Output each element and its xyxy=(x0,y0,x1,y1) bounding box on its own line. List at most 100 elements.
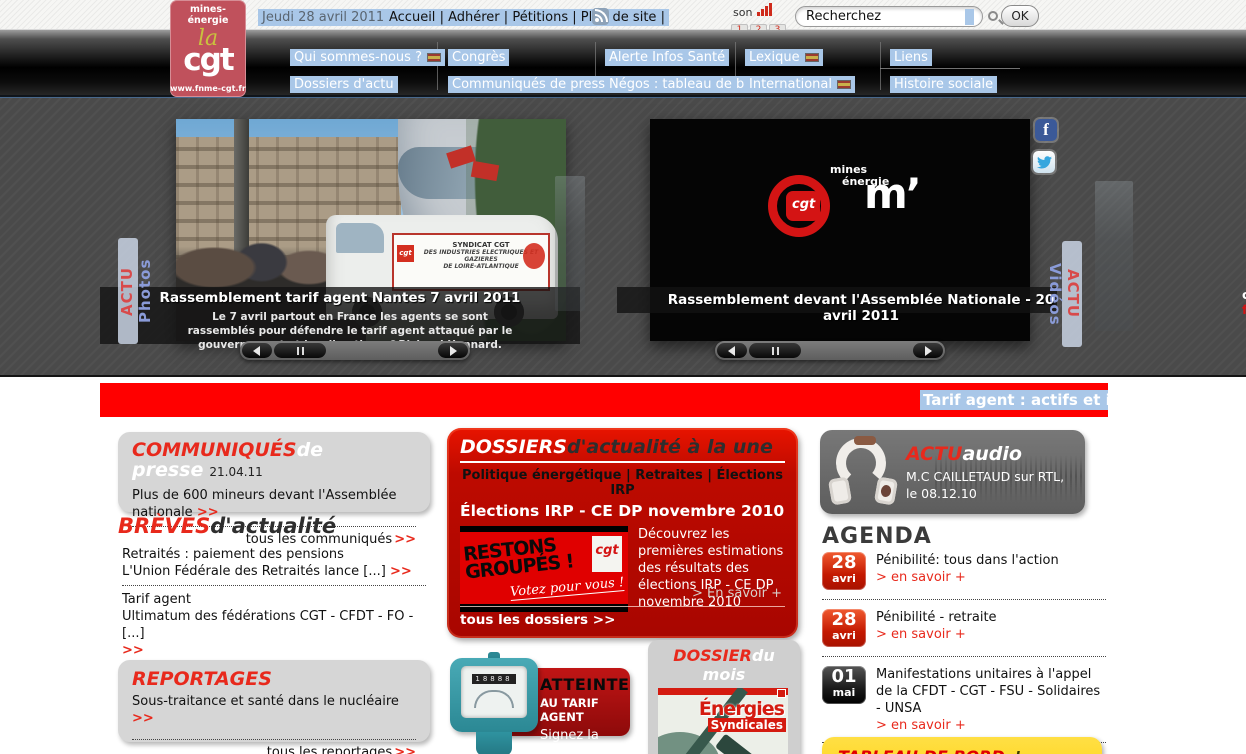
separator: | xyxy=(504,10,508,25)
actu-label: ACTU xyxy=(118,242,136,340)
restons-groupes-image[interactable]: RESTONSGROUPÉS ! Votez pour vous ! cgt xyxy=(460,526,628,612)
agenda-item-text: Pénibilité: tous dans l'action xyxy=(876,552,1059,569)
dossiers-box: DOSSIERSd'actualité à la une Politique é… xyxy=(447,428,798,638)
site-logo[interactable]: mines-énergie la cgt www.fnme-cgt.fr xyxy=(170,0,246,97)
logo-brand-top: mines-énergie xyxy=(170,0,246,26)
carousel-stage: cgt SYNDICAT CGT DES INDUSTRIES ELECTRIQ… xyxy=(0,97,1246,377)
van-banner: cgt SYNDICAT CGT DES INDUSTRIES ELECTRIQ… xyxy=(392,233,550,291)
video-caption-band: Rassemblement devant l'Assemblée Nationa… xyxy=(617,287,1057,313)
nav-dossiers-actu[interactable]: Dossiers d'actu xyxy=(290,76,398,93)
cgt-round-logo xyxy=(523,243,545,269)
accueil-link[interactable]: Accueil xyxy=(389,10,435,25)
votez-script: Votez pour vous ! xyxy=(510,575,625,601)
petitions-link[interactable]: Pétitions xyxy=(512,10,568,25)
headphones-icon xyxy=(828,434,900,510)
pause-button[interactable] xyxy=(274,343,326,358)
petition-sign-link[interactable]: Signez la pétition xyxy=(540,728,624,754)
actu-audio-box[interactable]: ACTUaudio M.C CAILLETAUD sur RTL, le 08.… xyxy=(820,430,1085,514)
twitter-icon[interactable] xyxy=(1033,151,1055,173)
photo-carousel-title: Rassemblement tarif agent Nantes 7 avril… xyxy=(100,290,580,306)
politique-energetique-link[interactable]: Politique énergétique xyxy=(462,468,621,483)
en-savoir-link[interactable]: > en savoir + xyxy=(876,627,997,642)
search-ok-button[interactable]: OK xyxy=(1001,5,1039,27)
calendar-badge: 01mai xyxy=(822,666,866,704)
nav-lexique[interactable]: Lexique xyxy=(745,49,823,66)
en-savoir-plus-link[interactable]: > En savoir + xyxy=(692,586,782,601)
dossier-headline[interactable]: Élections IRP - CE DP novembre 2010 xyxy=(460,502,785,520)
divider xyxy=(132,739,416,740)
photos-label: Photos xyxy=(136,242,154,340)
reportages-box: REPORTAGES Sous-traitance et santé dans … xyxy=(118,660,430,742)
reportage-item[interactable]: Sous-traitance et santé dans le nucléair… xyxy=(132,693,416,727)
tableau-title: TABLEAU DE BORD xyxy=(838,747,1005,754)
calendar-badge: 28avri xyxy=(822,609,866,647)
pause-button[interactable] xyxy=(749,343,801,358)
nav-divider xyxy=(880,42,881,90)
photo-carousel-controls xyxy=(240,341,470,360)
nav-congres[interactable]: Congrès xyxy=(448,49,509,66)
en-savoir-link[interactable]: > en savoir + xyxy=(876,570,1059,585)
energies-syndicales-cover[interactable]: Énergies Syndicales xyxy=(658,688,788,754)
rss-icon[interactable] xyxy=(592,8,609,25)
flag-icon xyxy=(805,53,819,62)
previous-button[interactable] xyxy=(717,343,747,358)
retraites-link[interactable]: Retraites xyxy=(635,468,702,483)
cgt-chip: cgt xyxy=(592,536,622,572)
search-input[interactable] xyxy=(795,6,983,27)
next-slide-preview xyxy=(1095,181,1133,331)
separator: | xyxy=(440,10,444,25)
agenda-item-text: Manifestations unitaires à l'appel de la… xyxy=(876,666,1106,717)
actu-audio-title: ACTUaudio xyxy=(906,443,1022,465)
all-dossiers-link[interactable]: tous les dossiers >> xyxy=(460,612,615,628)
dossier-links: Politique énergétique | Retraites | Élec… xyxy=(460,468,785,498)
en-savoir-link[interactable]: > en savoir + xyxy=(876,718,1106,733)
previous-button[interactable] xyxy=(242,343,272,358)
breves-title: BRÈVESd'actualité xyxy=(118,514,336,538)
dossier-du-mois-box: DOSSIERdu mois Énergies Syndicales xyxy=(648,640,800,754)
dossiers-title: DOSSIERSd'actualité à la une xyxy=(460,437,785,463)
text-cursor xyxy=(965,9,974,25)
next-button[interactable] xyxy=(913,343,943,358)
agenda-item-text: Pénibilité - retraite xyxy=(876,609,997,626)
logo-site-url: www.fnme-cgt.fr xyxy=(170,84,246,93)
fnme-cgt-homepage: Jeudi 28 avril 2011 Accueil | Adhérer | … xyxy=(0,0,1246,754)
restons-text: RESTONSGROUPÉS ! xyxy=(462,534,574,581)
breve-item[interactable]: Tarif agentUltimatum des fédérations CGT… xyxy=(122,591,426,659)
nav-international[interactable]: International xyxy=(745,76,855,93)
separator: | xyxy=(572,10,576,25)
nav-liens[interactable]: Liens xyxy=(890,49,932,66)
next-slide-preview xyxy=(555,176,585,311)
agenda-title: AGENDA xyxy=(822,524,932,549)
tableau-de-bord-box[interactable]: TABLEAU DE BORDdes négos xyxy=(822,737,1102,754)
cgt-chip: cgt xyxy=(397,245,414,262)
cgt-logo-text: cgt xyxy=(792,197,815,212)
petition-line1: ATTEINTE xyxy=(540,675,624,694)
breve-item[interactable]: Retraités : paiement des pensionsL'Union… xyxy=(122,546,426,580)
video-carousel-title: Rassemblement devant l'Assemblée Nationa… xyxy=(617,292,1057,324)
facebook-icon[interactable]: f xyxy=(1035,119,1057,141)
communication-fnme: communication fnme xyxy=(1242,287,1246,317)
all-reportages-link[interactable]: tous les reportages>> xyxy=(132,745,416,754)
top-links: Accueil | Adhérer | Pétitions | Plan de … xyxy=(385,9,669,26)
actu-videos-badge[interactable]: ACTUVidéos xyxy=(1062,241,1082,347)
videos-label: Vidéos xyxy=(1046,245,1064,343)
current-date: Jeudi 28 avril 2011 xyxy=(258,9,388,26)
news-ticker: Tarif agent : actifs et inac xyxy=(100,383,1108,417)
nav-alerte-infos-sante[interactable]: Alerte Infos Santé xyxy=(605,49,729,66)
communiques-date: 21.04.11 xyxy=(209,465,262,479)
next-button[interactable] xyxy=(438,343,468,358)
divider xyxy=(822,599,1106,600)
ticker-text[interactable]: Tarif agent : actifs et inac xyxy=(920,390,1108,410)
logo-m: m’ xyxy=(864,169,920,218)
separator: | xyxy=(661,10,665,25)
adherer-link[interactable]: Adhérer xyxy=(448,10,500,25)
agenda-item: 28avri Pénibilité - retraite > en savoir… xyxy=(822,609,1106,647)
flag-icon xyxy=(837,80,851,89)
nav-histoire-sociale[interactable]: Histoire sociale xyxy=(890,76,997,93)
nav-qui-sommes-nous[interactable]: Qui sommes-nous ? xyxy=(290,49,445,66)
nav-communiques-presse[interactable]: Communiqués de presse xyxy=(448,76,617,93)
video-carousel-controls xyxy=(715,341,945,360)
actu-photos-badge[interactable]: ACTUPhotos xyxy=(118,238,138,344)
agenda-item: 01mai Manifestations unitaires à l'appel… xyxy=(822,666,1106,733)
logo-cgt: cgt xyxy=(170,47,246,73)
